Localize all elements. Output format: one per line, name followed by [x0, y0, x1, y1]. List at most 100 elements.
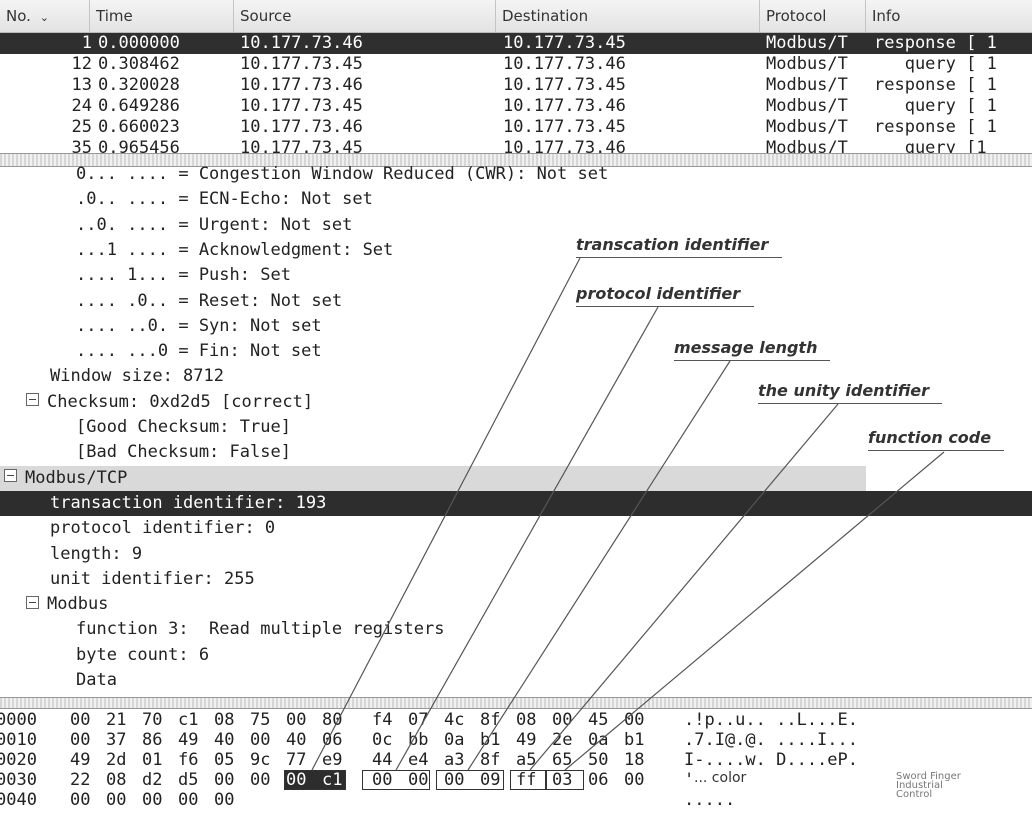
detail-row[interactable]: 0... .... = Congestion Window Reduced (C… [76, 165, 608, 187]
hex-byte[interactable]: 01 [142, 750, 164, 770]
hex-byte[interactable]: 00 [624, 710, 646, 730]
hex-byte[interactable]: 00 [70, 790, 92, 810]
hex-byte[interactable]: 75 [250, 710, 272, 730]
column-header-protocol[interactable]: Protocol [760, 0, 866, 32]
column-header-info[interactable]: Info [866, 0, 1032, 32]
hex-byte[interactable]: 50 [588, 750, 610, 770]
column-header-destination[interactable]: Destination [496, 0, 760, 32]
collapse-icon[interactable] [26, 393, 39, 407]
hex-byte[interactable]: 00 [552, 710, 574, 730]
hex-byte[interactable]: ff [516, 770, 538, 790]
column-header-source[interactable]: Source [234, 0, 496, 32]
hex-byte[interactable]: 00 [70, 710, 92, 730]
hex-byte[interactable]: bb [408, 730, 430, 750]
detail-row[interactable]: Modbus [26, 592, 108, 617]
hex-byte[interactable]: 9c [250, 750, 272, 770]
hex-byte[interactable]: 0c [372, 730, 394, 750]
hex-byte[interactable]: c1 [322, 770, 344, 790]
hex-byte[interactable]: f6 [178, 750, 200, 770]
detail-row[interactable]: Checksum: 0xd2d5 [correct] [26, 390, 313, 415]
hex-byte[interactable]: 06 [588, 770, 610, 790]
detail-row[interactable]: .... 1... = Push: Set [76, 263, 291, 288]
packet-row[interactable]: 12 0.308462 10.177.73.45 10.177.73.46 Modbus… [0, 54, 1032, 75]
hex-byte[interactable]: d5 [178, 770, 200, 790]
hex-byte[interactable]: c1 [178, 710, 200, 730]
hex-byte[interactable]: 21 [106, 710, 128, 730]
packet-list[interactable]: 1 0.000000 10.177.73.46 10.177.73.45 Modbus/… [0, 33, 1032, 153]
hex-byte[interactable]: 09 [480, 770, 502, 790]
packet-row[interactable]: 1 0.000000 10.177.73.46 10.177.73.45 Modbus/… [0, 33, 1032, 54]
hex-byte[interactable]: f4 [372, 710, 394, 730]
detail-row[interactable]: .... .0.. = Reset: Not set [76, 289, 342, 314]
hex-byte[interactable]: 2e [552, 730, 574, 750]
detail-row[interactable]: .... ...0 = Fin: Not set [76, 339, 322, 364]
hex-byte[interactable]: 00 [250, 730, 272, 750]
packet-row[interactable]: 13 0.320028 10.177.73.46 10.177.73.45 Modbus… [0, 75, 1032, 96]
hex-byte[interactable]: 65 [552, 750, 574, 770]
hex-byte[interactable]: b1 [480, 730, 502, 750]
detail-row[interactable]: [Bad Checksum: False] [76, 440, 291, 465]
hex-byte[interactable]: 40 [214, 730, 236, 750]
column-header-time[interactable]: Time [90, 0, 234, 32]
collapse-icon[interactable] [26, 595, 39, 609]
hex-byte[interactable]: a3 [444, 750, 466, 770]
hex-byte[interactable]: 70 [142, 710, 164, 730]
hex-byte[interactable]: 06 [322, 730, 344, 750]
detail-row[interactable]: .0.. .... = ECN-Echo: Not set [76, 187, 373, 212]
column-header-no[interactable]: No. ⌄ [0, 0, 90, 32]
detail-row[interactable]: .... ..0. = Syn: Not set [76, 314, 322, 339]
hex-byte[interactable]: 2d [106, 750, 128, 770]
packet-row[interactable]: 24 0.649286 10.177.73.45 10.177.73.46 Modbus… [0, 96, 1032, 117]
hex-byte[interactable]: e4 [408, 750, 430, 770]
hex-byte[interactable]: 40 [286, 730, 308, 750]
hex-byte[interactable]: 80 [322, 710, 344, 730]
detail-row[interactable]: Data [76, 668, 117, 693]
hex-byte[interactable]: a5 [516, 750, 538, 770]
collapse-icon[interactable] [4, 469, 17, 483]
hex-byte[interactable]: 0a [444, 730, 466, 750]
hex-byte[interactable]: e9 [322, 750, 344, 770]
hex-byte[interactable]: 0a [588, 730, 610, 750]
hex-byte[interactable]: 45 [588, 710, 610, 730]
hex-byte[interactable]: 49 [178, 730, 200, 750]
hex-byte[interactable]: 00 [214, 770, 236, 790]
hex-byte[interactable]: 00 [214, 790, 236, 810]
hex-byte[interactable]: 00 [408, 770, 430, 790]
detail-row[interactable]: protocol identifier: 0 [50, 516, 275, 541]
hex-byte[interactable]: 77 [286, 750, 308, 770]
hex-byte[interactable]: 03 [552, 770, 574, 790]
detail-row[interactable]: transaction identifier: 193 [0, 490, 1032, 516]
detail-row[interactable]: ..0. .... = Urgent: Not set [76, 213, 352, 238]
packet-row[interactable]: 35 0.965456 10.177.73.45 10.177.73.46 Modbus… [0, 138, 1032, 153]
hex-byte[interactable]: 00 [70, 730, 92, 750]
hex-byte[interactable]: 4c [444, 710, 466, 730]
hex-byte[interactable]: 18 [624, 750, 646, 770]
hex-byte[interactable]: b1 [624, 730, 646, 750]
hex-byte[interactable]: 00 [286, 770, 308, 790]
detail-row[interactable]: ...1 .... = Acknowledgment: Set [76, 238, 393, 263]
detail-row[interactable]: byte count: 6 [76, 643, 209, 668]
hex-byte[interactable]: 49 [70, 750, 92, 770]
hex-byte[interactable]: 37 [106, 730, 128, 750]
hex-byte[interactable]: 00 [250, 770, 272, 790]
hex-byte[interactable]: 49 [516, 730, 538, 750]
detail-row[interactable]: function 3: Read multiple registers [76, 617, 444, 642]
detail-row[interactable]: Window size: 8712 [50, 364, 224, 389]
detail-row[interactable]: [Good Checksum: True] [76, 415, 291, 440]
detail-row[interactable]: Modbus/TCP [0, 465, 866, 491]
detail-row[interactable]: length: 9 [50, 542, 142, 567]
hex-byte[interactable]: 00 [178, 790, 200, 810]
hex-byte[interactable]: 44 [372, 750, 394, 770]
hex-byte[interactable]: 00 [142, 790, 164, 810]
hex-byte[interactable]: 08 [106, 770, 128, 790]
hex-byte[interactable]: 08 [214, 710, 236, 730]
hex-dump-pane[interactable]: 0000 00 21 70 c1 08 75 00 80 f4 07 4c 8f 08 00 45 00 .!p.… [0, 708, 1032, 834]
hex-byte[interactable]: 00 [106, 790, 128, 810]
hex-byte[interactable]: 8f [480, 710, 502, 730]
hex-byte[interactable]: 22 [70, 770, 92, 790]
detail-row[interactable]: unit identifier: 255 [50, 567, 255, 592]
hex-byte[interactable]: 00 [286, 710, 308, 730]
hex-byte[interactable]: 05 [214, 750, 236, 770]
packet-row[interactable]: 25 0.660023 10.177.73.46 10.177.73.45 Modbus… [0, 117, 1032, 138]
hex-byte[interactable]: 8f [480, 750, 502, 770]
